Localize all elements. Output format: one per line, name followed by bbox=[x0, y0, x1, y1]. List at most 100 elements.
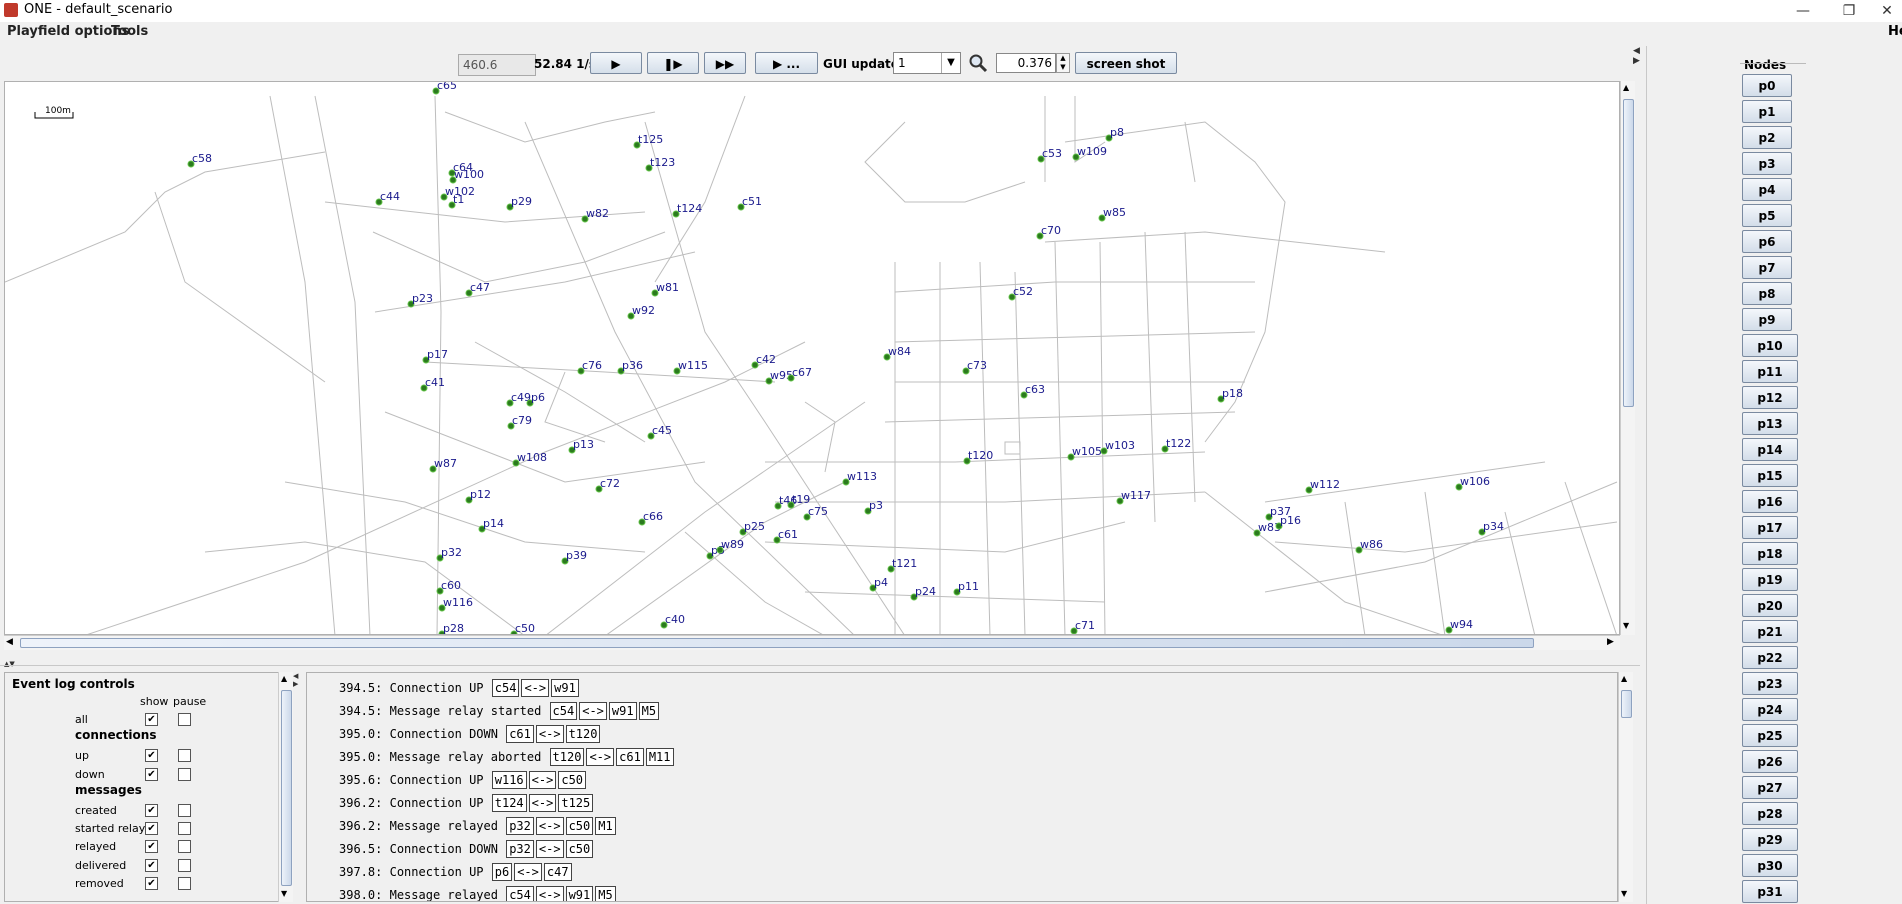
node-button-p12[interactable]: p12 bbox=[1742, 386, 1798, 409]
map-node-t19[interactable]: t19 bbox=[787, 493, 810, 509]
map-node-c61[interactable]: c61 bbox=[773, 528, 798, 544]
map-node-c70[interactable]: c70 bbox=[1036, 224, 1061, 240]
map-node-w116[interactable]: w116 bbox=[438, 596, 473, 612]
event-entity-link[interactable]: t124 bbox=[491, 794, 527, 812]
map-node-c42[interactable]: c42 bbox=[751, 353, 776, 369]
close-button[interactable]: ✕ bbox=[1872, 0, 1902, 22]
map-node-p12[interactable]: p12 bbox=[465, 488, 491, 504]
event-log-scroll-thumb[interactable] bbox=[1621, 690, 1632, 718]
map-node-w106[interactable]: w106 bbox=[1455, 475, 1490, 491]
map-node-w87[interactable]: w87 bbox=[429, 457, 457, 473]
event-entity-link[interactable]: t120 bbox=[549, 748, 585, 766]
node-button-p14[interactable]: p14 bbox=[1742, 438, 1798, 461]
map-node-c63[interactable]: c63 bbox=[1020, 383, 1045, 399]
map-node-c52[interactable]: c52 bbox=[1008, 285, 1033, 301]
map-canvas[interactable]: 100m c65c58t125t123c64w100w102t1c44 p29w8… bbox=[5, 82, 1620, 635]
node-button-p27[interactable]: p27 bbox=[1742, 776, 1798, 799]
node-button-p19[interactable]: p19 bbox=[1742, 568, 1798, 591]
vertical-splitter[interactable]: ◀ ▶ bbox=[293, 672, 301, 902]
map-node-w108[interactable]: w108 bbox=[512, 451, 547, 467]
map-node-t125[interactable]: t125 bbox=[633, 133, 663, 149]
map-node-p13[interactable]: p13 bbox=[568, 438, 594, 454]
node-layer[interactable]: c65c58t125t123c64w100w102t1c44 p29w82 t124… bbox=[187, 82, 1504, 635]
checkbox-show-relayed[interactable]: ✔ bbox=[145, 840, 158, 854]
gui-update-select[interactable]: 1 ▼ bbox=[893, 52, 961, 74]
map-node-c75[interactable]: c75 bbox=[803, 505, 828, 521]
node-button-p31[interactable]: p31 bbox=[1742, 880, 1798, 903]
checkbox-pause-down[interactable] bbox=[178, 767, 191, 781]
map-node-p18[interactable]: p18 bbox=[1217, 387, 1243, 403]
map-node-c41[interactable]: c41 bbox=[420, 376, 445, 392]
map-node-p39[interactable]: p39 bbox=[561, 549, 587, 565]
map-node-w92[interactable]: w92 bbox=[627, 304, 655, 320]
node-button-p5[interactable]: p5 bbox=[1742, 204, 1792, 227]
event-entity-link[interactable]: t120 bbox=[565, 725, 601, 743]
checkbox-pause-all[interactable] bbox=[178, 713, 191, 726]
map-node-w105[interactable]: w105 bbox=[1067, 445, 1102, 461]
node-button-p25[interactable]: p25 bbox=[1742, 724, 1798, 747]
event-entity-link[interactable]: c61 bbox=[616, 748, 644, 766]
map-node-c51[interactable]: c51 bbox=[737, 195, 762, 211]
event-log-row[interactable]: 395.6: Connection UP w116 <-> c50 bbox=[339, 771, 587, 791]
event-entity-link[interactable]: M11 bbox=[645, 748, 674, 766]
checkbox-show-down[interactable]: ✔ bbox=[145, 767, 158, 781]
map-node-p8[interactable]: p8 bbox=[1105, 126, 1124, 142]
node-button-p23[interactable]: p23 bbox=[1742, 672, 1798, 695]
node-button-p17[interactable]: p17 bbox=[1742, 516, 1798, 539]
map-node-p36[interactable]: p36 bbox=[617, 359, 643, 375]
map-node-p32[interactable]: p32 bbox=[436, 546, 462, 562]
scroll-left-icon[interactable]: ◀ bbox=[6, 637, 13, 647]
map-node-p4[interactable]: p4 bbox=[869, 576, 888, 592]
map-node-p24[interactable]: p24 bbox=[910, 585, 936, 601]
scroll-down-icon[interactable]: ▼ bbox=[281, 889, 287, 898]
node-button-p21[interactable]: p21 bbox=[1742, 620, 1798, 643]
checkbox-show-all[interactable]: ✔ bbox=[145, 713, 158, 726]
event-log-row[interactable]: 398.0: Message relayed c54 <-> w91 M5 bbox=[339, 886, 617, 901]
checkbox-pause-removed[interactable] bbox=[178, 876, 191, 890]
map-node-w100[interactable]: w100 bbox=[449, 168, 484, 184]
map-node-c79[interactable]: c79 bbox=[507, 414, 532, 430]
map-node-w85[interactable]: w85 bbox=[1098, 206, 1126, 222]
minimize-button[interactable]: — bbox=[1780, 0, 1826, 22]
step-button[interactable]: ❚▶ bbox=[647, 52, 699, 74]
map-node-c73[interactable]: c73 bbox=[962, 359, 987, 375]
map-node-c71[interactable]: c71 bbox=[1070, 619, 1095, 634]
menu-help-partial[interactable]: He bbox=[1888, 24, 1902, 39]
map-node-c66[interactable]: c66 bbox=[638, 510, 663, 526]
checkbox-show-removed[interactable]: ✔ bbox=[145, 876, 158, 890]
node-button-p11[interactable]: p11 bbox=[1742, 360, 1798, 383]
map-node-w82[interactable]: w82 bbox=[581, 207, 609, 223]
map-node-p28[interactable]: p28 bbox=[438, 622, 464, 635]
node-button-p30[interactable]: p30 bbox=[1742, 854, 1798, 877]
event-log-row[interactable]: 394.5: Connection UP c54 <-> w91 bbox=[339, 679, 580, 699]
node-button-p8[interactable]: p8 bbox=[1742, 282, 1792, 305]
map-vscroll-thumb[interactable] bbox=[1623, 99, 1634, 407]
node-button-p26[interactable]: p26 bbox=[1742, 750, 1798, 773]
map-node-c60[interactable]: c60 bbox=[436, 579, 461, 595]
split-arrows-icon[interactable]: ◀ ▶ bbox=[1633, 46, 1640, 66]
map-node-c50[interactable]: c50 bbox=[510, 622, 535, 635]
fast-forward-button[interactable]: ▶▶ bbox=[704, 52, 746, 74]
map-node-p34[interactable]: p34 bbox=[1478, 520, 1504, 536]
map-hscroll-thumb[interactable] bbox=[20, 638, 1534, 648]
scroll-down-icon[interactable]: ▼ bbox=[1621, 889, 1627, 898]
map-node-t122[interactable]: t122 bbox=[1161, 437, 1191, 453]
map-node-t123[interactable]: t123 bbox=[645, 156, 675, 172]
event-entity-link[interactable]: c61 bbox=[506, 725, 534, 743]
menu-tools[interactable]: Tools bbox=[111, 24, 148, 39]
map-node-w112[interactable]: w112 bbox=[1305, 478, 1340, 494]
map-node-w109[interactable]: w109 bbox=[1072, 145, 1107, 161]
event-entity-link[interactable]: c50 bbox=[565, 840, 594, 858]
map-node-p25[interactable]: p25 bbox=[739, 520, 765, 536]
node-button-p22[interactable]: p22 bbox=[1742, 646, 1798, 669]
node-button-p1[interactable]: p1 bbox=[1742, 100, 1792, 123]
map-node-p3[interactable]: p3 bbox=[864, 499, 883, 515]
event-entity-link[interactable]: c54 bbox=[549, 702, 578, 720]
node-button-p13[interactable]: p13 bbox=[1742, 412, 1798, 435]
node-button-p3[interactable]: p3 bbox=[1742, 152, 1792, 175]
scroll-right-icon[interactable]: ▶ bbox=[1607, 637, 1614, 647]
scroll-up-icon[interactable]: ▲ bbox=[1621, 674, 1627, 683]
node-button-p10[interactable]: p10 bbox=[1742, 334, 1798, 357]
map-node-w86[interactable]: w86 bbox=[1355, 538, 1383, 554]
node-button-p7[interactable]: p7 bbox=[1742, 256, 1792, 279]
